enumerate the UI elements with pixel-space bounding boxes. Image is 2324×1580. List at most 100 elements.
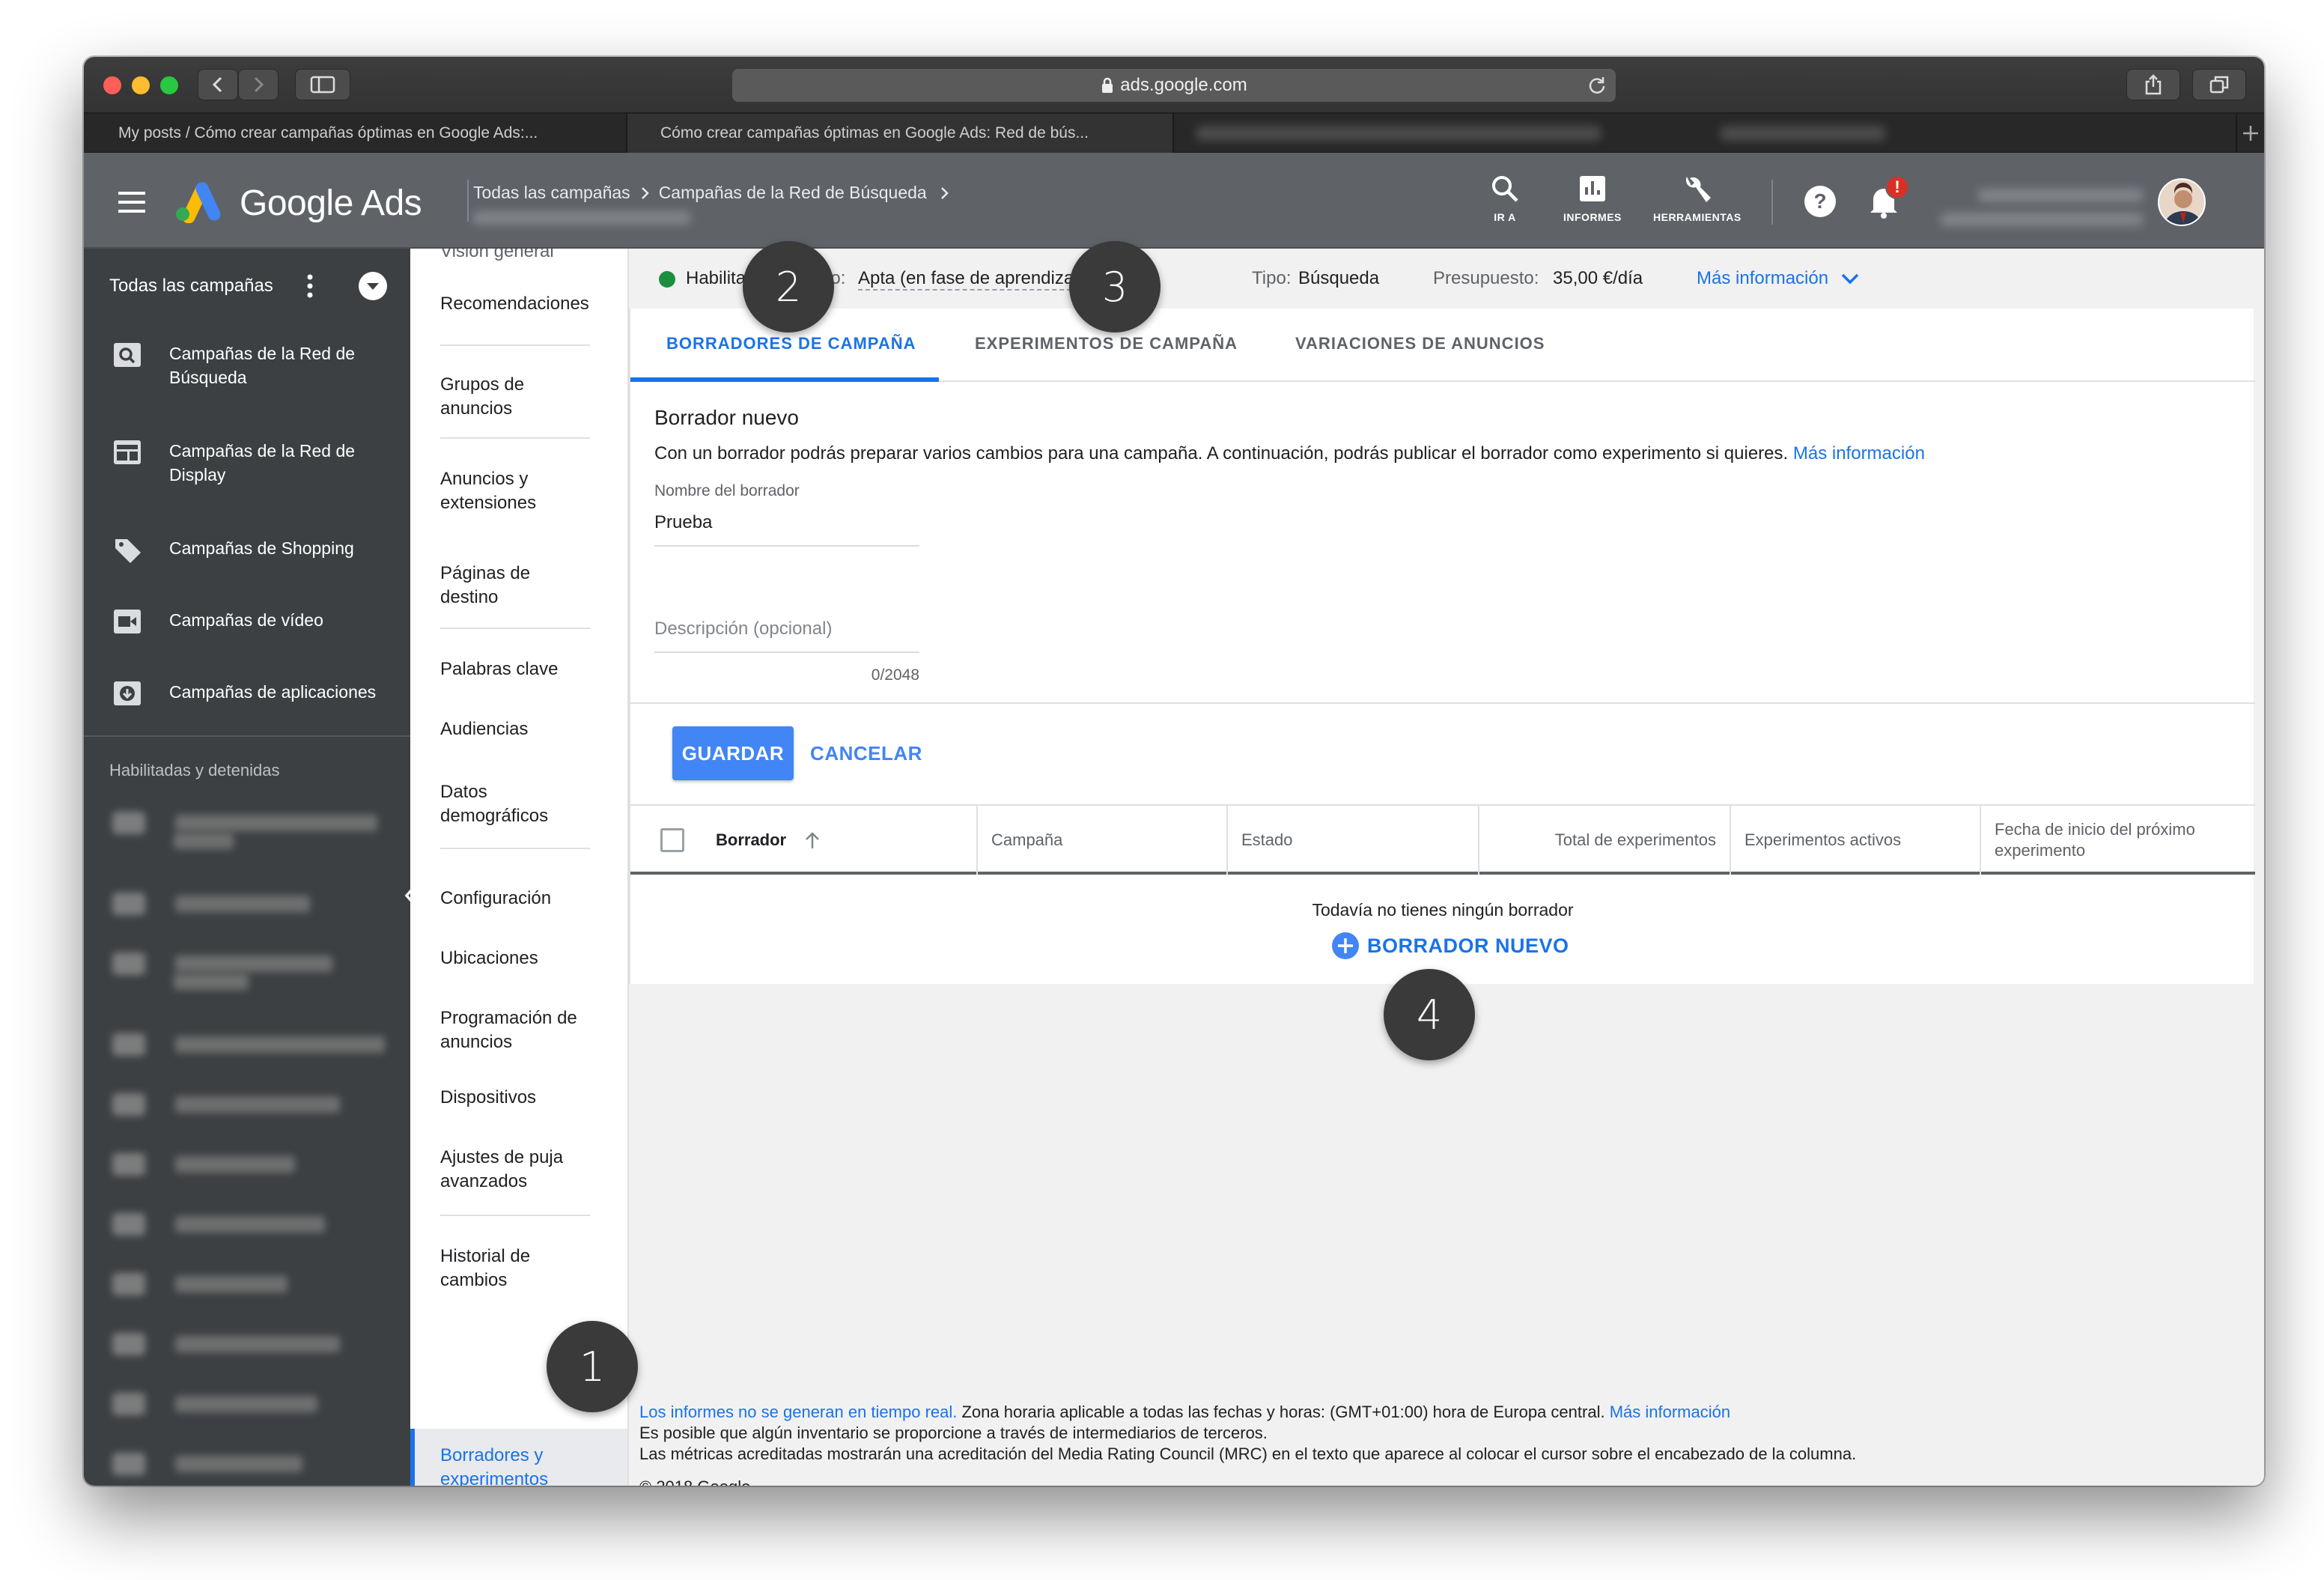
- browser-tab-3-blurred[interactable]: [1174, 114, 2237, 153]
- menu-item-ad-groups[interactable]: Grupos de anuncios: [440, 373, 568, 421]
- column-label: Estado: [1241, 830, 1293, 849]
- forward-button[interactable]: [238, 69, 279, 100]
- avatar[interactable]: [2158, 178, 2206, 226]
- draft-name-field[interactable]: Prueba: [654, 512, 919, 547]
- menu-item-ad-schedule[interactable]: Programación de anuncios: [440, 1006, 605, 1054]
- tab-campaign-experiments[interactable]: EXPERIMENTOS DE CAMPAÑA: [975, 334, 1238, 353]
- browser-tab-label: My posts / Cómo crear campañas óptimas e…: [118, 124, 538, 142]
- browser-tab-1[interactable]: My posts / Cómo crear campañas óptimas e…: [84, 114, 627, 153]
- sidebar-item-apps[interactable]: Campañas de aplicaciones: [112, 680, 376, 708]
- annotation-badge-3: 3: [1069, 241, 1161, 332]
- browser-tab-2[interactable]: Cómo crear campañas óptimas en Google Ad…: [627, 114, 1174, 153]
- goto-button[interactable]: IR A: [1490, 174, 1520, 223]
- close-window-button[interactable]: [103, 76, 121, 94]
- menu-item-devices[interactable]: Dispositivos: [440, 1086, 620, 1110]
- blurred-account-email: [1941, 213, 2143, 226]
- back-button[interactable]: [198, 69, 238, 100]
- sidebar-item-shopping[interactable]: Campañas de Shopping: [112, 536, 354, 565]
- new-tab-button[interactable]: [2237, 114, 2264, 152]
- column-label: Borrador: [716, 830, 787, 849]
- help-icon[interactable]: ?: [1803, 184, 1837, 219]
- menu-item-drafts-active[interactable]: Borradores y experimentos: [410, 1429, 627, 1486]
- menu-item-audiences[interactable]: Audiencias: [440, 717, 620, 741]
- draft-form-description: Con un borrador podrás preparar varios c…: [654, 443, 1925, 464]
- add-circle-icon: [1332, 932, 1359, 959]
- blurred-campaign-row[interactable]: [112, 1153, 295, 1176]
- blurred-campaign-row[interactable]: [112, 812, 377, 834]
- share-button[interactable]: [2126, 69, 2180, 100]
- column-label: Campaña: [991, 830, 1063, 849]
- tab-campaign-drafts[interactable]: BORRADORES DE CAMPAÑA: [666, 334, 916, 353]
- menu-item-bid-adjustments[interactable]: Ajustes de puja avanzados: [440, 1146, 597, 1194]
- menu-item-change-history[interactable]: Historial de cambios: [440, 1245, 568, 1292]
- column-header-active-experiments[interactable]: Experimentos activos: [1731, 806, 1981, 875]
- menu-item-landing-pages[interactable]: Páginas de destino: [440, 562, 568, 610]
- new-draft-button[interactable]: BORRADOR NUEVO: [1331, 932, 1569, 960]
- menu-item-demographics[interactable]: Datos demográficos: [440, 780, 568, 828]
- status-tipo-value: Búsqueda: [1298, 268, 1380, 288]
- blurred-campaign-row[interactable]: [112, 952, 332, 975]
- ads-header: Google Ads Todas las campañas Campañas d…: [84, 153, 2264, 249]
- blurred-campaign-row[interactable]: [112, 1033, 385, 1056]
- more-vert-icon[interactable]: [305, 273, 314, 300]
- realtime-reports-link[interactable]: Los informes no se generan en tiempo rea…: [639, 1403, 957, 1421]
- sort-ascending-icon: [806, 832, 820, 848]
- blurred-campaign-row[interactable]: [112, 1393, 317, 1415]
- search-campaign-icon: [114, 343, 141, 367]
- draft-description-field[interactable]: Descripción (opcional): [654, 619, 919, 653]
- status-more-info[interactable]: Más información: [1697, 268, 1860, 289]
- sidebar-item-search[interactable]: Campañas de la Red de Búsqueda: [112, 341, 379, 389]
- chevron-right-icon: [641, 186, 649, 199]
- address-bar[interactable]: ads.google.com: [732, 69, 1616, 102]
- annotation-badge-1: 1: [547, 1321, 638, 1412]
- minimize-window-button[interactable]: [132, 76, 150, 94]
- expand-down-icon[interactable]: [358, 271, 388, 301]
- menu-item-keywords[interactable]: Palabras clave: [440, 657, 620, 681]
- menu-item-ads[interactable]: Anuncios y extensiones: [440, 467, 568, 515]
- menu-item-recommendations[interactable]: Recomendaciones: [440, 292, 620, 316]
- annotation-badge-4: 4: [1384, 969, 1475, 1060]
- breadcrumb-root[interactable]: Todas las campañas: [473, 183, 630, 203]
- sidebar-item-display[interactable]: Campañas de la Red de Display: [112, 439, 379, 487]
- column-label: Fecha de inicio del próximo experimento: [1995, 820, 2195, 860]
- menu-item-overview[interactable]: Visión general: [440, 249, 620, 264]
- breadcrumb-current[interactable]: Campañas de la Red de Búsqueda: [659, 183, 927, 203]
- product-name: Google Ads: [240, 183, 422, 223]
- zoom-window-button[interactable]: [160, 76, 178, 94]
- column-header-campaign[interactable]: Campaña: [978, 806, 1228, 875]
- reports-button[interactable]: INFORMES: [1563, 174, 1622, 223]
- column-header-draft[interactable]: Borrador: [630, 806, 978, 875]
- wrench-icon: [1685, 177, 1711, 202]
- cancel-button[interactable]: CANCELAR: [809, 726, 924, 780]
- sidebar-item-video[interactable]: Campañas de vídeo: [112, 608, 323, 636]
- tab-ad-variations[interactable]: VARIACIONES DE ANUNCIOS: [1295, 334, 1545, 353]
- menu-item-locations[interactable]: Ubicaciones: [440, 947, 620, 970]
- column-header-total-experiments[interactable]: Total de experimentos: [1479, 806, 1731, 875]
- menu-item-settings[interactable]: Configuración: [440, 887, 620, 911]
- sidebar-toggle-button[interactable]: [295, 69, 350, 100]
- blurred-account-id: [1978, 189, 2143, 202]
- footer-line-2: Es posible que algún inventario se propo…: [639, 1423, 1268, 1442]
- sidebar-item-label: Campañas de vídeo: [169, 610, 323, 630]
- status-estado-value[interactable]: Apta (en fase de aprendizaje): [858, 268, 1094, 291]
- column-header-status[interactable]: Estado: [1228, 806, 1479, 875]
- blurred-campaign-row[interactable]: [112, 1273, 288, 1295]
- footer-more-info-link[interactable]: Más información: [1610, 1403, 1730, 1421]
- tools-button[interactable]: HERRAMIENTAS: [1653, 174, 1742, 223]
- reload-icon[interactable]: [1587, 76, 1607, 95]
- save-button[interactable]: GUARDAR: [672, 726, 794, 780]
- blurred-campaign-row[interactable]: [112, 1213, 325, 1236]
- notifications-button[interactable]: !: [1867, 175, 1909, 219]
- select-all-checkbox[interactable]: [660, 828, 684, 852]
- menu-divider: [440, 344, 590, 346]
- blurred-campaign-row[interactable]: [112, 1093, 340, 1116]
- google-ads-logo-icon: [176, 182, 221, 223]
- status-budget-value[interactable]: 35,00 €/día: [1553, 268, 1643, 289]
- show-tabs-button[interactable]: [2192, 69, 2246, 100]
- blurred-campaign-row[interactable]: [112, 1333, 340, 1355]
- column-header-next-start-date[interactable]: Fecha de inicio del próximo experimento: [1981, 806, 2255, 875]
- menu-icon[interactable]: [117, 190, 147, 214]
- blurred-campaign-row[interactable]: [112, 1453, 302, 1475]
- description-more-info-link[interactable]: Más información: [1793, 443, 1925, 464]
- blurred-campaign-row[interactable]: [112, 893, 310, 915]
